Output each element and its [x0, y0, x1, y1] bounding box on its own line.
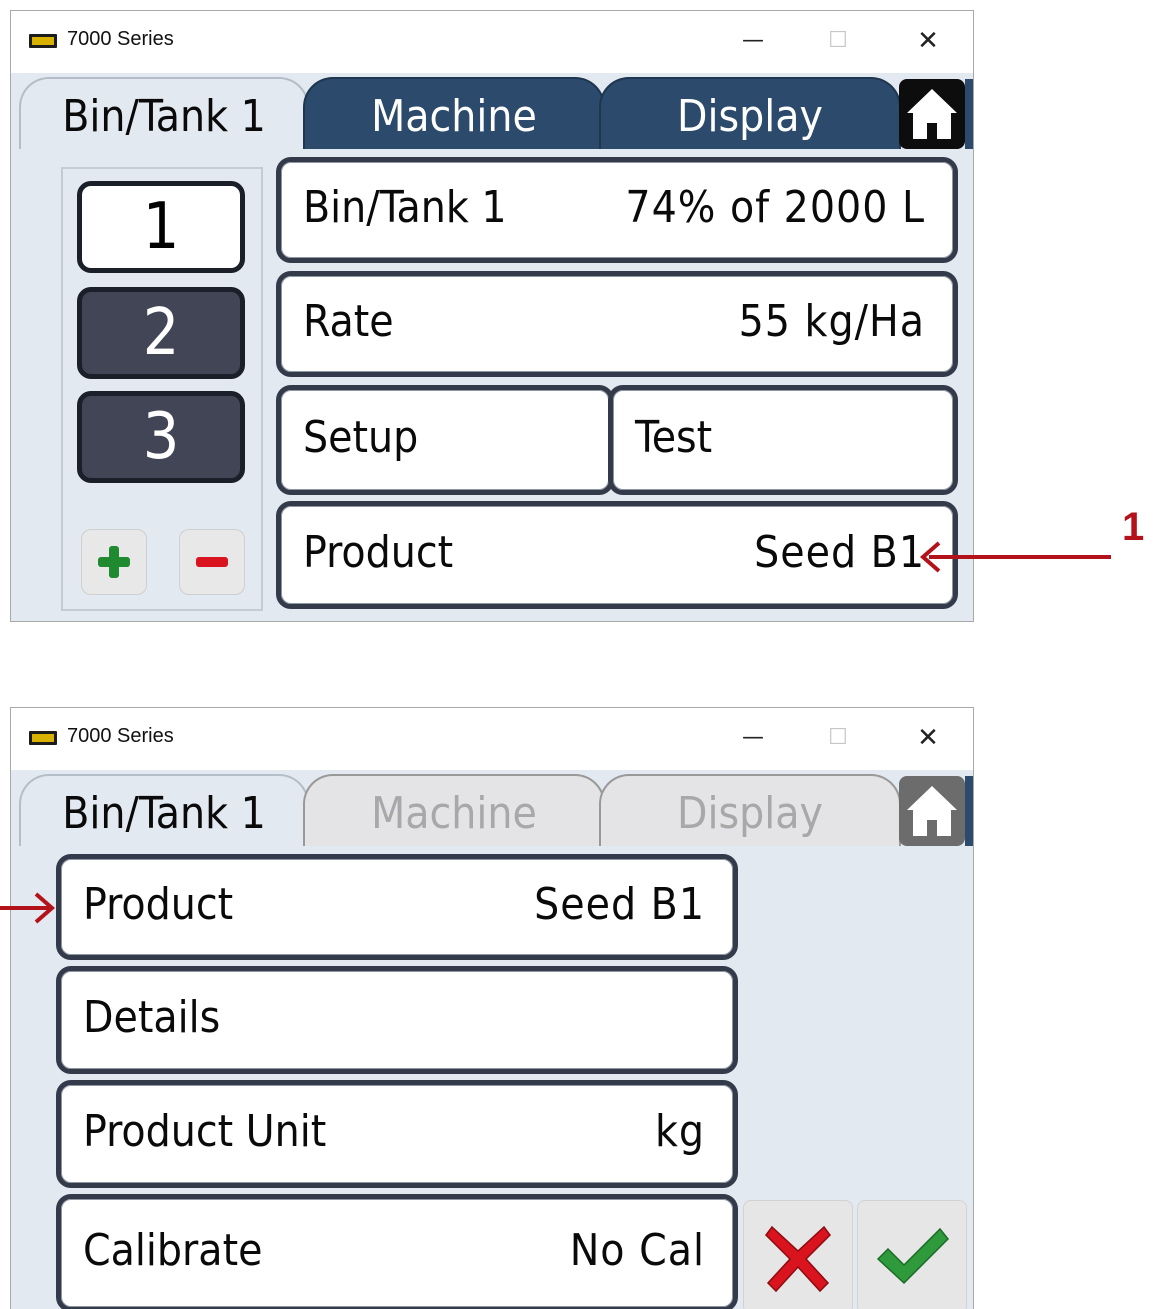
product-unit-row[interactable]: Product Unit kg [56, 1080, 738, 1188]
calibrate-row[interactable]: Calibrate No Cal [56, 1194, 738, 1309]
main-panel: 1 2 3 Bin/Tank 1 74% of 2000 L Rate 55 k… [11, 149, 973, 621]
window-main-screen: 7000 Series — ☐ ✕ Bin/Tank 1 Machine Dis… [10, 10, 974, 622]
tab-bar-edge [965, 776, 973, 846]
details-label: Details [83, 991, 221, 1043]
bin-2-button[interactable]: 2 [77, 287, 245, 379]
home-icon [907, 786, 957, 836]
annotation-number: 1 [1122, 505, 1145, 549]
product-label: Product [83, 878, 234, 930]
product-label: Product [303, 526, 454, 578]
x-icon [765, 1225, 831, 1293]
bin-tank-label: Bin/Tank 1 [303, 181, 507, 233]
bin-3-button[interactable]: 3 [77, 391, 245, 483]
tab-display[interactable]: Display [599, 77, 901, 149]
home-icon [907, 89, 957, 139]
setup-label: Setup [303, 411, 419, 463]
close-button[interactable]: ✕ [903, 718, 953, 758]
details-row[interactable]: Details [56, 966, 738, 1074]
bin-tank-row[interactable]: Bin/Tank 1 74% of 2000 L [276, 157, 958, 263]
cancel-button[interactable] [743, 1200, 853, 1309]
bin-selector: 1 2 3 [61, 167, 263, 611]
setup-button[interactable]: Setup [276, 385, 614, 495]
tab-bar-edge [965, 79, 973, 149]
product-row[interactable]: Product Seed B1 [276, 501, 958, 609]
calibrate-label: Calibrate [83, 1224, 263, 1276]
confirm-button[interactable] [857, 1200, 967, 1309]
tab-bin-tank-1[interactable]: Bin/Tank 1 [19, 77, 309, 149]
plus-icon [98, 546, 130, 578]
tab-display: Display [599, 774, 901, 846]
title-bar: 7000 Series — ☐ ✕ [11, 11, 973, 73]
window-product-screen: 7000 Series — ☐ ✕ Bin/Tank 1 Machine Dis… [10, 707, 974, 1309]
test-button[interactable]: Test [608, 385, 958, 495]
calibrate-value: No Cal [569, 1224, 705, 1276]
annotation-arrow-2 [0, 892, 56, 924]
product-unit-value: kg [654, 1105, 705, 1157]
maximize-button[interactable]: ☐ [813, 718, 863, 758]
app-icon [29, 34, 57, 48]
product-value: Seed B1 [754, 526, 925, 578]
home-button [899, 776, 965, 846]
checkmark-icon [876, 1227, 950, 1285]
product-panel: Product Seed B1 Details Product Unit kg … [11, 846, 973, 1309]
product-unit-label: Product Unit [83, 1105, 327, 1157]
annotation-arrow-1 [919, 541, 1111, 573]
remove-bin-button[interactable] [179, 529, 245, 595]
tab-bar: Bin/Tank 1 Machine Display [11, 73, 973, 149]
rate-value: 55 kg/Ha [738, 295, 925, 347]
window-title: 7000 Series [67, 725, 174, 747]
tab-bar: Bin/Tank 1 Machine Display [11, 770, 973, 846]
rate-row[interactable]: Rate 55 kg/Ha [276, 271, 958, 377]
product-row[interactable]: Product Seed B1 [56, 854, 738, 960]
app-icon [29, 731, 57, 745]
minimize-button[interactable]: — [728, 718, 778, 758]
window-title: 7000 Series [67, 28, 174, 50]
add-bin-button[interactable] [81, 529, 147, 595]
tab-machine[interactable]: Machine [303, 77, 605, 149]
minimize-button[interactable]: — [728, 21, 778, 61]
maximize-button[interactable]: ☐ [813, 21, 863, 61]
title-bar: 7000 Series — ☐ ✕ [11, 708, 973, 770]
bin-1-button[interactable]: 1 [77, 181, 245, 273]
rate-label: Rate [303, 295, 394, 347]
home-button[interactable] [899, 79, 965, 149]
product-value: Seed B1 [534, 878, 705, 930]
bin-tank-fill-value: 74% of 2000 L [625, 181, 925, 233]
close-button[interactable]: ✕ [903, 21, 953, 61]
minus-icon [196, 557, 228, 567]
tab-bin-tank-1[interactable]: Bin/Tank 1 [19, 774, 309, 846]
tab-machine: Machine [303, 774, 605, 846]
test-label: Test [635, 411, 713, 463]
